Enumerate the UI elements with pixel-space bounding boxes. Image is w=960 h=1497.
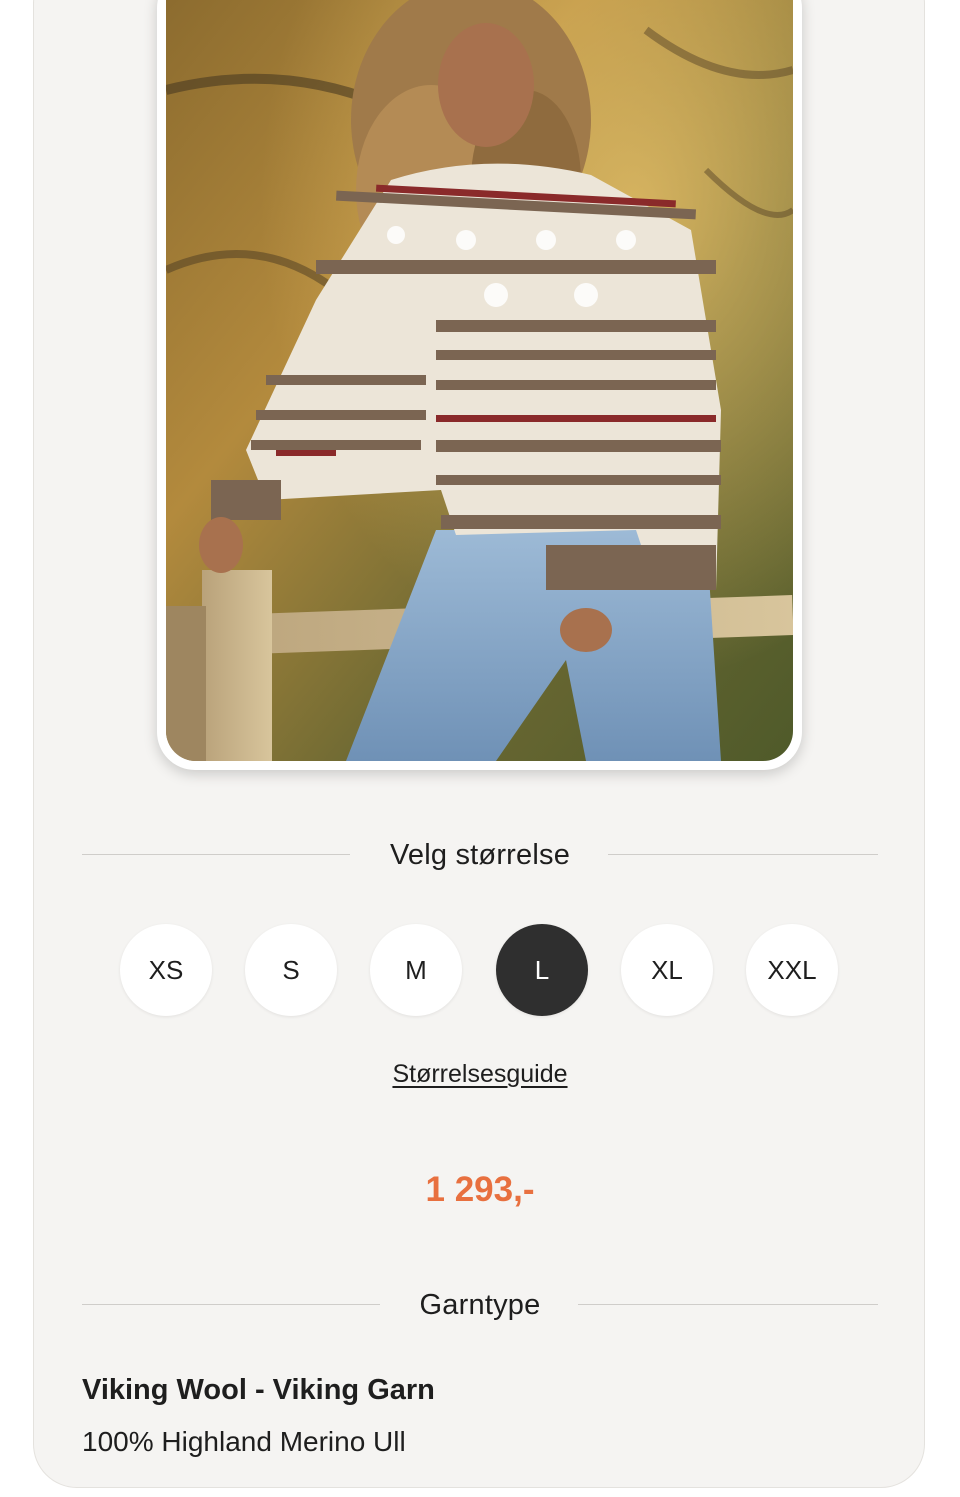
divider-right bbox=[608, 854, 878, 855]
size-option-m[interactable]: M bbox=[370, 924, 462, 1016]
yarn-description: 100% Highland Merino Ull bbox=[82, 1426, 406, 1457]
size-option-xl[interactable]: XL bbox=[621, 924, 713, 1016]
product-photo[interactable] bbox=[166, 0, 793, 761]
size-section-title: Velg størrelse bbox=[389, 839, 571, 871]
size-option-s[interactable]: S bbox=[245, 924, 337, 1016]
yarn-section-header: Garntype bbox=[82, 1285, 878, 1325]
size-option-xs[interactable]: XS bbox=[120, 924, 212, 1016]
size-option-xxl[interactable]: XXL bbox=[746, 924, 838, 1016]
size-guide-link[interactable]: Størrelsesguide bbox=[0, 1060, 960, 1089]
product-price: 1 293,- bbox=[425, 1170, 535, 1209]
divider-right bbox=[578, 1304, 878, 1305]
yarn-name: Viking Wool - Viking Garn bbox=[82, 1374, 435, 1406]
size-selector: XS S M L XL XXL bbox=[120, 924, 840, 1016]
size-option-l[interactable]: L bbox=[496, 924, 588, 1016]
yarn-section-title: Garntype bbox=[419, 1289, 541, 1321]
product-image-frame bbox=[157, 0, 802, 770]
size-section-header: Velg størrelse bbox=[82, 835, 878, 875]
